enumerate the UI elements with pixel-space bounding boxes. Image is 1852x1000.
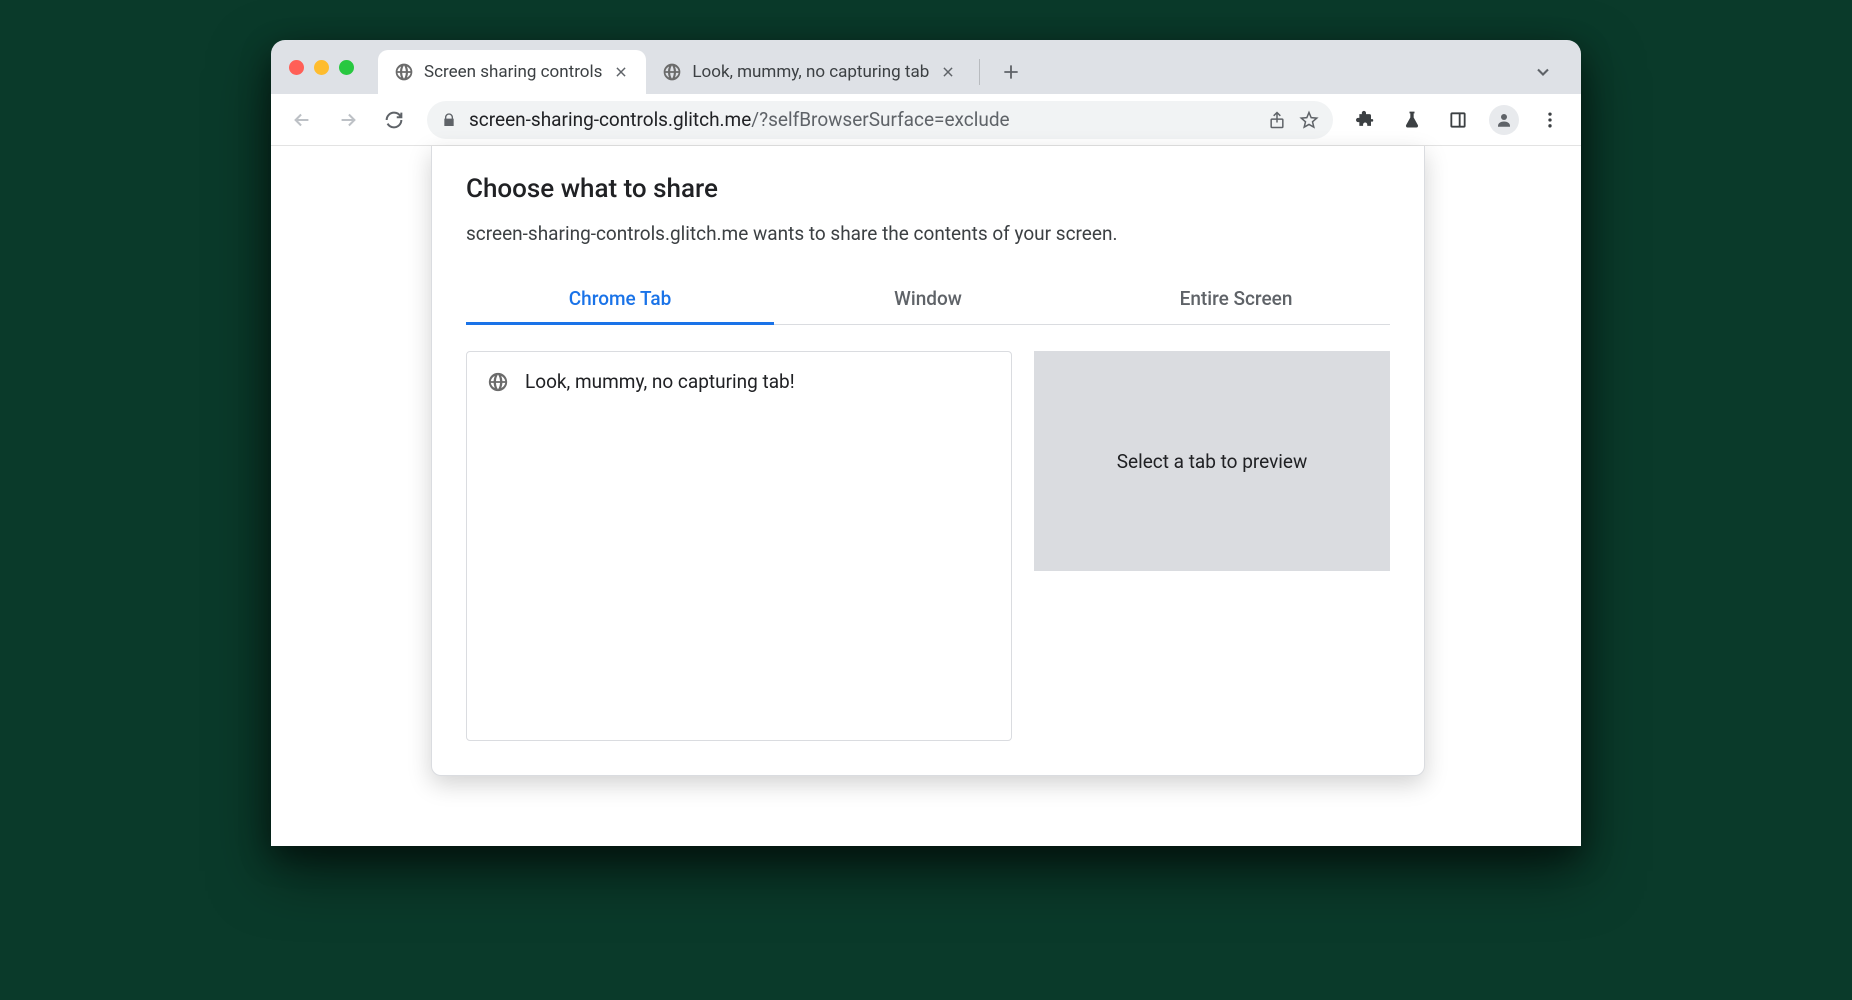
- forward-button[interactable]: [329, 101, 367, 139]
- labs-button[interactable]: [1393, 101, 1431, 139]
- share-tab-chrome-tab[interactable]: Chrome Tab: [466, 273, 774, 324]
- menu-button[interactable]: [1531, 101, 1569, 139]
- url-path: /?selfBrowserSurface=exclude: [751, 108, 1009, 131]
- browser-tab-inactive[interactable]: Look, mummy, no capturing tab: [646, 50, 973, 94]
- share-tab-entire-screen[interactable]: Entire Screen: [1082, 273, 1390, 324]
- tab-close-button[interactable]: [939, 63, 957, 81]
- globe-icon: [394, 62, 414, 82]
- share-page-button[interactable]: [1267, 110, 1287, 130]
- page-content: Choose what to share screen-sharing-cont…: [271, 146, 1581, 846]
- globe-icon: [487, 371, 509, 393]
- url-host: screen-sharing-controls.glitch.me: [469, 108, 751, 131]
- address-bar[interactable]: screen-sharing-controls.glitch.me/?selfB…: [427, 101, 1333, 139]
- extensions-button[interactable]: [1347, 101, 1385, 139]
- window-controls: [289, 60, 354, 75]
- reload-button[interactable]: [375, 101, 413, 139]
- close-window-button[interactable]: [289, 60, 304, 75]
- browser-tab-title: Screen sharing controls: [424, 62, 602, 82]
- url-text: screen-sharing-controls.glitch.me/?selfB…: [469, 108, 1255, 131]
- tab-close-button[interactable]: [612, 63, 630, 81]
- screen-share-dialog: Choose what to share screen-sharing-cont…: [431, 146, 1425, 776]
- back-button[interactable]: [283, 101, 321, 139]
- side-panel-button[interactable]: [1439, 101, 1477, 139]
- browser-tab-bar: Screen sharing controls Look, mummy, no …: [271, 40, 1581, 94]
- zoom-window-button[interactable]: [339, 60, 354, 75]
- share-tab-window[interactable]: Window: [774, 273, 1082, 324]
- dialog-title: Choose what to share: [466, 174, 1390, 204]
- minimize-window-button[interactable]: [314, 60, 329, 75]
- browser-toolbar: screen-sharing-controls.glitch.me/?selfB…: [271, 94, 1581, 146]
- browser-tab-title: Look, mummy, no capturing tab: [692, 62, 929, 82]
- browser-window: Screen sharing controls Look, mummy, no …: [271, 40, 1581, 846]
- profile-button[interactable]: [1485, 101, 1523, 139]
- bookmark-button[interactable]: [1299, 110, 1319, 130]
- shareable-tab-item[interactable]: Look, mummy, no capturing tab!: [477, 362, 1001, 401]
- shareable-tab-list[interactable]: Look, mummy, no capturing tab!: [466, 351, 1012, 741]
- preview-panel: Select a tab to preview: [1034, 351, 1390, 571]
- preview-placeholder: Select a tab to preview: [1117, 450, 1308, 473]
- tab-overflow-button[interactable]: [1523, 56, 1563, 88]
- browser-tab-active[interactable]: Screen sharing controls: [378, 50, 646, 94]
- share-source-tabs: Chrome Tab Window Entire Screen: [466, 273, 1390, 325]
- tab-separator: [979, 59, 980, 85]
- lock-icon: [441, 112, 457, 128]
- globe-icon: [662, 62, 682, 82]
- dialog-subtitle: screen-sharing-controls.glitch.me wants …: [466, 222, 1390, 245]
- new-tab-button[interactable]: [994, 55, 1028, 89]
- shareable-tab-title: Look, mummy, no capturing tab!: [525, 370, 795, 393]
